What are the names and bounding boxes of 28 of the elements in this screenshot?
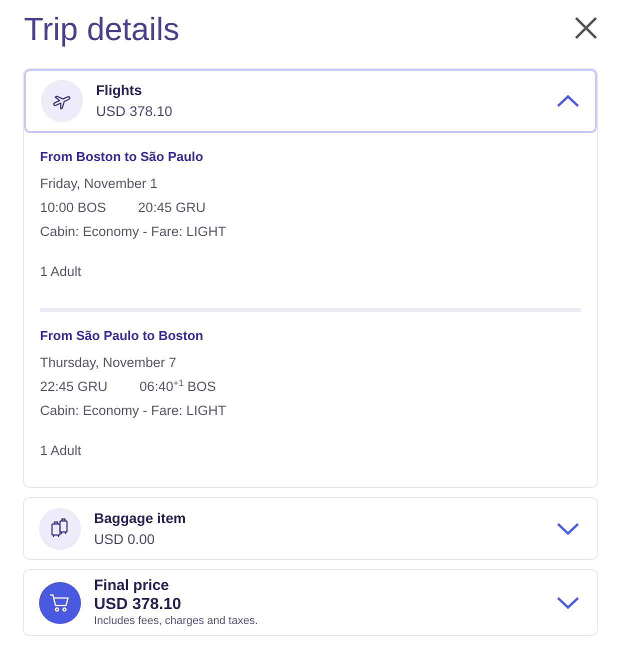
arrival-time: 06:40$^{+1}$ BOS [140,377,216,396]
flight-date: Friday, November 1 [40,175,158,193]
section-amount: USD 0.00 [94,530,156,549]
section-title: Flights [96,81,143,100]
route-heading: From São Paulo to Boston [40,327,204,345]
close-button[interactable] [575,17,597,39]
departure-time: 10:00 BOS [40,199,106,217]
flight-date: Thursday, November 7 [40,354,176,372]
section-amount: USD 378.10 [94,595,182,614]
page-title: Trip details [24,10,180,49]
departure-time: 22:45 GRU [40,378,108,396]
section-header[interactable]: Final price USD 378.10 Includes fees, charges and taxes. [24,570,597,635]
route-heading: From Boston to São Paulo [40,148,204,166]
arrival-time: 20:45 GRU [138,199,206,217]
section-header[interactable]: Flights USD 378.10 [24,69,597,133]
cabin-fare: Cabin: Economy - Fare: LIGHT [40,223,226,241]
section-title: Baggage item [94,509,187,528]
section-header[interactable]: Baggage item USD 0.00 [24,498,597,559]
passenger-count: 1 Adult [40,442,82,460]
section-title: Final price [94,577,170,595]
cart-icon [39,582,81,624]
section-amount: USD 378.10 [96,102,174,121]
cabin-fare: Cabin: Economy - Fare: LIGHT [40,402,226,420]
price-note: Includes fees, charges and taxes. [94,614,259,628]
passenger-count: 1 Adult [40,263,82,281]
airplane-icon [41,80,83,122]
luggage-icon [39,508,81,550]
close-icon [575,17,597,39]
